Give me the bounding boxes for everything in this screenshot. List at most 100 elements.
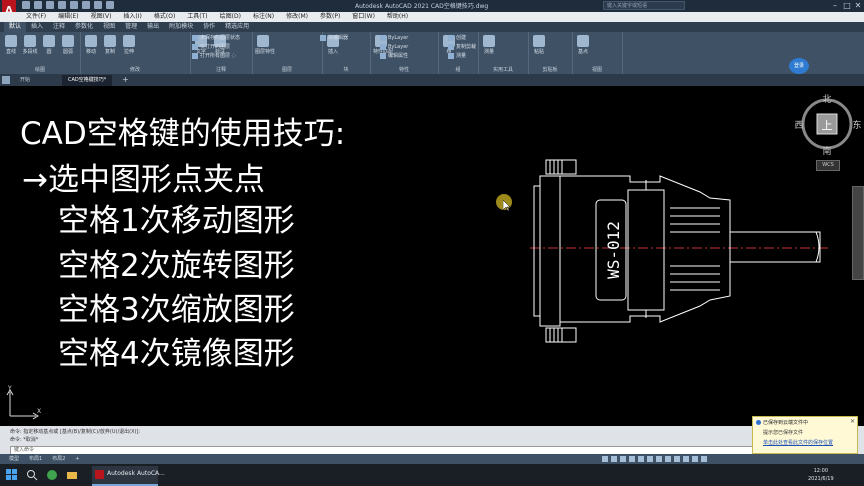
isolate-icon[interactable] [683, 456, 689, 462]
ribbon-button[interactable]: 移动 [83, 35, 99, 55]
add-layout-button[interactable]: + [70, 454, 84, 464]
customize-icon[interactable] [701, 456, 707, 462]
ribbon-group-label[interactable]: 实用工具 [478, 66, 528, 73]
ribbon-tab[interactable]: 精选应用 [220, 22, 254, 32]
copy-clip[interactable]: 复制剪裁 [448, 43, 476, 51]
menu-item[interactable]: 文件(F) [20, 12, 52, 22]
ribbon-tab[interactable]: 参数化 [70, 22, 98, 32]
search-icon[interactable] [26, 469, 38, 481]
workspace-icon[interactable] [674, 456, 680, 462]
layer-state[interactable]: 未保存的图层状态 [192, 34, 240, 42]
ribbon-tab[interactable]: 插入 [26, 22, 48, 32]
ribbon-button[interactable]: 圆 [41, 35, 57, 55]
wcs-menu[interactable]: WCS [816, 160, 840, 171]
navigation-bar[interactable] [852, 186, 864, 280]
compass-south[interactable]: 南 [822, 145, 831, 157]
ribbon-tab[interactable]: 输出 [142, 22, 164, 32]
saveas-icon[interactable] [58, 1, 66, 9]
new-icon[interactable] [22, 1, 30, 9]
menu-item[interactable]: 插入(I) [117, 12, 147, 22]
group-create[interactable]: 创建 [448, 34, 466, 42]
ribbon-group-label[interactable]: 特性 [370, 66, 438, 73]
measure-small[interactable]: 测量 [448, 52, 466, 60]
annotation-icon[interactable] [665, 456, 671, 462]
ribbon-tab[interactable]: 协作 [198, 22, 220, 32]
search-input[interactable]: 键入关键字或短语 [603, 1, 685, 10]
browser-icon[interactable] [46, 469, 58, 481]
menu-item[interactable]: 工具(T) [181, 12, 213, 22]
ribbon-group-label[interactable]: 剪贴板 [528, 66, 572, 73]
tab-layout2[interactable]: 布局2 [47, 454, 70, 464]
ortho-icon[interactable] [620, 456, 626, 462]
viewcube-top[interactable]: 上 [822, 119, 833, 132]
tab-model[interactable]: 模型 [4, 454, 24, 464]
share-icon[interactable] [106, 1, 114, 9]
osnap-icon[interactable] [638, 456, 644, 462]
ribbon-group-label[interactable]: 组 [438, 66, 478, 73]
grid-icon[interactable] [602, 456, 608, 462]
ribbon-group-label[interactable]: 块 [322, 66, 370, 73]
ribbon-tab[interactable]: 管理 [120, 22, 142, 32]
layer-only-on[interactable]: 仅打开的图层 [192, 43, 230, 51]
ribbon-tab[interactable]: 默认 [4, 22, 27, 32]
notification-link[interactable]: 单击此处查看此文件的保存位置 [763, 439, 833, 446]
polar-icon[interactable] [629, 456, 635, 462]
linetype-select[interactable]: ByLayer [380, 43, 408, 51]
ribbon-button[interactable]: 基点 [575, 35, 591, 55]
tab-start[interactable]: 开始 [14, 75, 36, 86]
viewcube[interactable]: 上 北 南 东 西 [791, 92, 863, 164]
ribbon-group-label[interactable]: 图层 [252, 66, 322, 73]
open-icon[interactable] [34, 1, 42, 9]
close-icon[interactable]: ✕ [850, 418, 855, 425]
ribbon-button[interactable]: 圆弧 [60, 35, 76, 55]
menu-item[interactable]: 绘图(D) [214, 12, 247, 22]
ribbon-button[interactable]: 复制 [102, 35, 118, 55]
ribbon-group-label[interactable]: 视图 [572, 66, 622, 73]
maximize-icon[interactable]: □ [842, 1, 852, 11]
ribbon-button[interactable]: 拉伸 [121, 35, 137, 55]
block-editor[interactable]: 块编辑器 [320, 34, 348, 42]
menu-item[interactable]: 视图(V) [85, 12, 118, 22]
ribbon-button[interactable]: 测量 [481, 35, 497, 55]
menu-item[interactable]: 窗口(W) [346, 12, 381, 22]
ribbon-tab[interactable]: 附加模块 [164, 22, 198, 32]
signin-button[interactable]: 登录 [789, 58, 809, 74]
ribbon-button[interactable]: 直线 [3, 35, 19, 55]
otrack-icon[interactable] [647, 456, 653, 462]
clock[interactable]: 12:00 2021/6/19 [808, 467, 834, 483]
new-tab-button[interactable]: + [122, 75, 129, 84]
ribbon-button[interactable]: 多段线 [22, 35, 38, 55]
notification-balloon[interactable]: 已保存到云端文件中 提示您已保存文件 单击此处查看此文件的保存位置 ✕ [752, 416, 858, 454]
taskbar-app-autocad[interactable]: Autodesk AutoCA... [92, 466, 165, 486]
redo-icon[interactable] [94, 1, 102, 9]
ribbon-group-label[interactable]: 绘图 [0, 66, 80, 73]
menu-icon[interactable] [2, 76, 10, 84]
menu-item[interactable]: 格式(O) [148, 12, 181, 22]
windows-start-icon[interactable] [6, 469, 18, 481]
fullscreen-icon[interactable] [692, 456, 698, 462]
ribbon-button[interactable]: 粘贴 [531, 35, 547, 55]
compass-west[interactable]: 西 [794, 120, 803, 131]
snap-icon[interactable] [611, 456, 617, 462]
ribbon-tab[interactable]: 视图 [98, 22, 120, 32]
connector-drawing[interactable]: WS-012 [520, 150, 840, 350]
layer-all-on[interactable]: 打开所有图层 ◌ [192, 52, 236, 60]
menu-item[interactable]: 参数(P) [314, 12, 346, 22]
minimize-icon[interactable]: – [830, 1, 840, 11]
menu-item[interactable]: 标注(N) [247, 12, 280, 22]
color-select[interactable]: ByLayer [380, 34, 408, 42]
file-explorer-icon[interactable] [66, 469, 78, 481]
compass-east[interactable]: 东 [852, 119, 861, 131]
close-icon[interactable]: ✕ [853, 1, 863, 11]
lineweight-icon[interactable] [656, 456, 662, 462]
edit-attributes[interactable]: 编辑属性 [380, 52, 408, 60]
menu-item[interactable]: 修改(M) [280, 12, 314, 22]
save-icon[interactable] [46, 1, 54, 9]
tab-layout1[interactable]: 布局1 [24, 454, 47, 464]
ribbon-tab[interactable]: 注释 [48, 22, 70, 32]
menu-item[interactable]: 帮助(H) [381, 12, 414, 22]
menu-item[interactable]: 编辑(E) [52, 12, 84, 22]
ribbon-button[interactable]: 图层特性 [255, 35, 275, 55]
ribbon-group-label[interactable]: 注释 [190, 66, 252, 73]
plot-icon[interactable] [70, 1, 78, 9]
